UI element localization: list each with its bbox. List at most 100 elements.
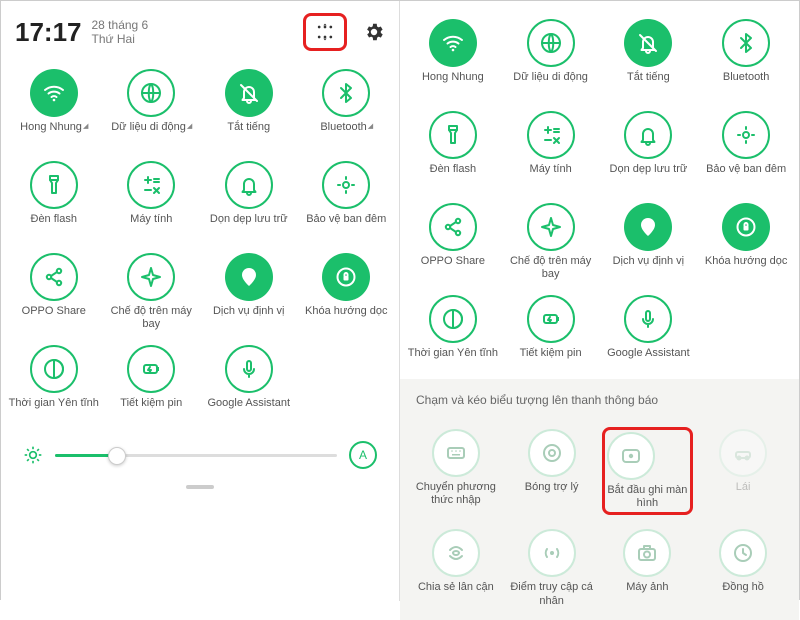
tile-circle[interactable] [127,345,175,393]
tile-circle[interactable] [432,429,480,477]
qs-tile-inactive[interactable]: Đồng hồ [695,525,791,611]
tile-circle[interactable] [322,69,370,117]
location-icon [636,215,660,239]
tile-circle[interactable] [322,161,370,209]
tile-circle[interactable] [429,295,477,343]
tile-circle[interactable] [225,345,273,393]
tile-circle[interactable] [30,253,78,301]
tile-circle[interactable] [322,253,370,301]
nearby-icon [444,541,468,565]
edit-tiles-button[interactable] [303,13,347,51]
qs-tile[interactable]: Đèn flash [404,107,502,193]
qs-tile[interactable]: Máy tính [103,157,201,243]
tile-circle[interactable] [225,69,273,117]
tile-label: Dọn dẹp lưu trữ [210,213,288,239]
battery-icon [539,307,563,331]
tile-circle[interactable] [429,111,477,159]
tile-circle[interactable] [607,432,655,480]
tile-circle[interactable] [624,111,672,159]
qs-tile[interactable]: Chế độ trên máy bay [502,199,600,285]
tile-circle[interactable] [127,161,175,209]
tile-circle[interactable] [429,203,477,251]
tile-circle[interactable] [722,111,770,159]
qs-tile[interactable]: Tắt tiếng [200,65,298,151]
qs-tile-inactive[interactable]: Điểm truy cập cá nhân [504,525,600,611]
qs-tile[interactable]: Máy tính [502,107,600,193]
tile-label: Thời gian Yên tĩnh [9,397,99,423]
qs-tile[interactable]: Hong Nhung [404,15,502,101]
tile-circle[interactable] [528,529,576,577]
qs-tile-inactive[interactable]: Bắt đầu ghi màn hình [600,425,696,519]
tile-circle[interactable] [623,529,671,577]
qs-tile[interactable]: Google Assistant [200,341,298,427]
tile-circle[interactable] [30,69,78,117]
tile-label: Máy tính [530,163,572,189]
qs-tile-inactive[interactable]: Chuyển phương thức nhập [408,425,504,519]
share-icon [441,215,465,239]
qs-tile-inactive[interactable]: Bóng trợ lý [504,425,600,519]
tile-label: Bóng trợ lý [525,481,579,507]
qs-tile[interactable]: Bảo vệ ban đêm [697,107,795,193]
tile-circle[interactable] [225,161,273,209]
qs-tile[interactable]: Hong Nhung◢ [5,65,103,151]
qs-tile-inactive[interactable]: Máy ảnh [600,525,696,611]
tile-circle[interactable] [527,111,575,159]
tile-circle[interactable] [30,345,78,393]
tile-circle[interactable] [624,203,672,251]
tile-circle[interactable] [432,529,480,577]
qs-tile[interactable]: Bảo vệ ban đêm [298,157,396,243]
qs-tile[interactable]: Tiết kiệm pin [103,341,201,427]
wifi-icon [42,81,66,105]
bell-mute-icon [636,31,660,55]
tile-circle[interactable] [624,19,672,67]
qs-tile[interactable]: Dữ liệu di động [502,15,600,101]
qs-tile[interactable]: Tiết kiệm pin [502,291,600,377]
tile-circle[interactable] [527,19,575,67]
qs-tile[interactable]: OPPO Share [5,249,103,335]
tile-circle[interactable] [722,203,770,251]
tile-circle[interactable] [225,253,273,301]
brightness-thumb[interactable] [108,447,126,465]
qs-tile[interactable]: Dịch vụ định vị [200,249,298,335]
qs-tile-inactive[interactable]: Chia sẻ lân cận [408,525,504,611]
tile-circle[interactable] [527,295,575,343]
car-icon [731,441,755,465]
tile-circle[interactable] [722,19,770,67]
qs-tile-inactive[interactable]: Lái [695,425,791,519]
brightness-slider[interactable] [55,454,337,457]
keyboard-icon [444,441,468,465]
tile-circle[interactable] [528,429,576,477]
qs-tile[interactable]: Dịch vụ định vị [600,199,698,285]
gear-icon [363,21,385,43]
tile-circle[interactable] [719,429,767,477]
auto-brightness-toggle[interactable]: A [349,441,377,469]
qs-tile[interactable]: Google Assistant [600,291,698,377]
qs-tile[interactable]: Dọn dẹp lưu trữ [600,107,698,193]
qs-tile[interactable]: Chế độ trên máy bay [103,249,201,335]
qs-tile[interactable]: Thời gian Yên tĩnh [5,341,103,427]
qs-tile[interactable]: OPPO Share [404,199,502,285]
tile-circle[interactable] [127,69,175,117]
qs-tile[interactable]: Khóa hướng dọc [298,249,396,335]
qs-tile[interactable]: Bluetooth [697,15,795,101]
tile-label: Đèn flash [430,163,476,189]
qs-tile[interactable]: Đèn flash [5,157,103,243]
tile-circle[interactable] [127,253,175,301]
tile-label: Tắt tiếng [627,71,670,97]
panel-handle[interactable] [186,485,214,489]
qs-tile[interactable]: Thời gian Yên tĩnh [404,291,502,377]
qs-tile[interactable]: Dữ liệu di động◢ [103,65,201,151]
tile-label: Chia sẻ lân cận [418,581,494,607]
tile-circle[interactable] [429,19,477,67]
drag-hint-text: Chạm và kéo biểu tượng lên thanh thông b… [404,387,795,417]
qs-tile[interactable]: Bluetooth◢ [298,65,396,151]
settings-button[interactable] [363,21,385,43]
qs-tile[interactable]: Dọn dẹp lưu trữ [200,157,298,243]
qs-tile[interactable]: Khóa hướng dọc [697,199,795,285]
inactive-tile-grid: Chuyển phương thức nhập Bóng trợ lý Bắt … [404,417,795,620]
tile-circle[interactable] [30,161,78,209]
tile-circle[interactable] [527,203,575,251]
tile-circle[interactable] [719,529,767,577]
tile-circle[interactable] [624,295,672,343]
qs-tile[interactable]: Tắt tiếng [600,15,698,101]
